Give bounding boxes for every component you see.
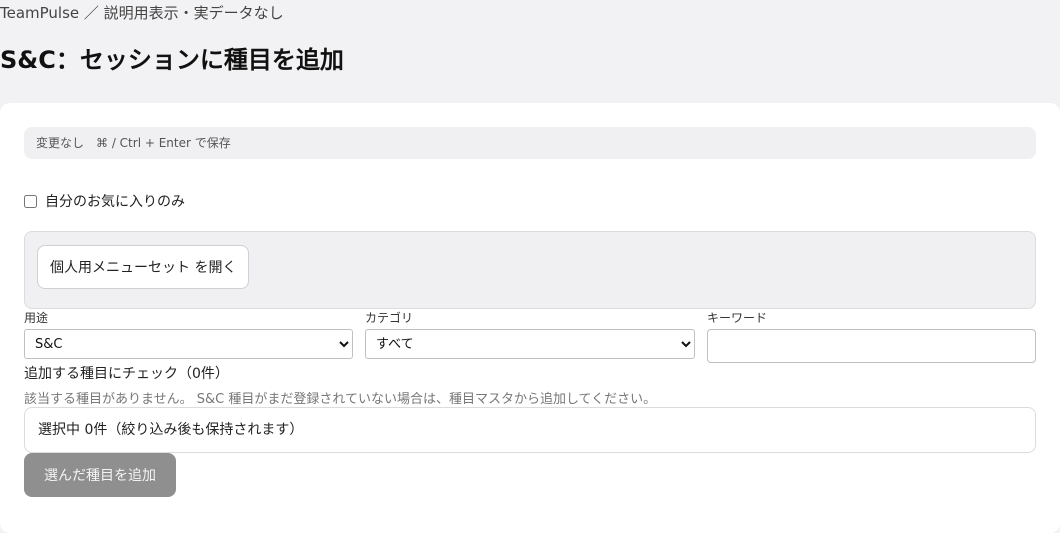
category-label: カテゴリ <box>365 311 414 325</box>
favorites-only-checkbox[interactable] <box>24 194 37 208</box>
open-personal-menu-button[interactable]: 個人用メニューセット を開く <box>37 245 250 289</box>
keyword-input[interactable] <box>707 329 1036 363</box>
page-title: S&C：セッションに種目を追加 <box>0 46 344 74</box>
selected-summary: 選択中 0件（絞り込み後も保持されます） <box>24 407 1036 453</box>
purpose-label: 用途 <box>24 311 49 325</box>
category-select[interactable]: すべて <box>365 329 695 359</box>
breadcrumb: TeamPulse ／ 説明用表示・実データなし <box>0 4 284 22</box>
keyword-label: キーワード <box>707 311 768 325</box>
main-card: 変更なし ⌘ / Ctrl + Enter で保存 自分のお気に入りのみ 個人用… <box>0 103 1060 533</box>
empty-message: 該当する種目がありません。 S&C 種目がまだ登録されていない場合は、種目マスタ… <box>24 392 657 407</box>
personal-menu-panel: 個人用メニューセット を開く <box>24 231 1036 309</box>
check-list-title: 追加する種目にチェック（0件） <box>24 366 229 382</box>
purpose-select[interactable]: S&C <box>24 329 353 359</box>
favorites-only-toggle[interactable]: 自分のお気に入りのみ <box>24 191 185 211</box>
favorites-only-label: 自分のお気に入りのみ <box>45 194 185 210</box>
save-status-bar: 変更なし ⌘ / Ctrl + Enter で保存 <box>24 127 1036 159</box>
add-selected-exercises-button[interactable]: 選んだ種目を追加 <box>24 453 176 497</box>
